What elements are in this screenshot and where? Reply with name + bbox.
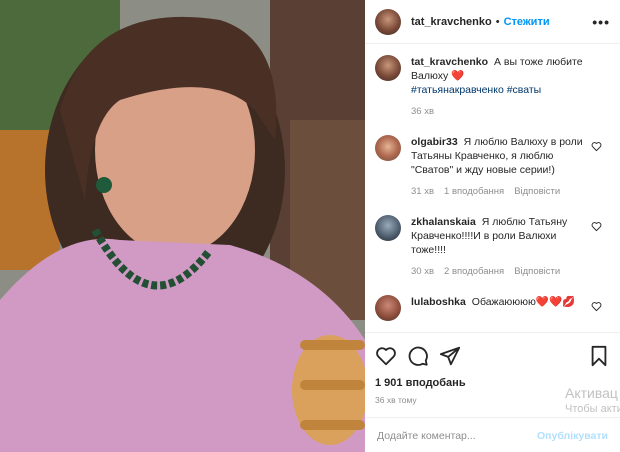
comment-like-heart-icon[interactable]: [591, 301, 602, 312]
post-side-panel: tat_kravchenko • Стежити ••• tat_kravche…: [365, 0, 620, 452]
photo-illustration: [0, 0, 365, 452]
caption-hashtags[interactable]: #татьянакравченко #сваты: [411, 83, 591, 97]
comment-username[interactable]: olgabir33: [411, 136, 458, 148]
caption-avatar[interactable]: [375, 55, 401, 81]
comment-input[interactable]: [377, 429, 537, 442]
comment-item: zkhalanskaia Я люблю Татьяну Кравченко!!…: [375, 215, 610, 279]
comment-likes[interactable]: 1 вподобання: [444, 185, 504, 199]
post-header: tat_kravchenko • Стежити •••: [365, 0, 620, 44]
comment-likes[interactable]: 2 вподобання: [444, 265, 504, 279]
commenter-avatar[interactable]: [375, 135, 401, 161]
heart-icon[interactable]: [375, 345, 397, 367]
publish-button[interactable]: Опублікувати: [537, 430, 608, 442]
post-photo[interactable]: [0, 0, 365, 452]
caption-username[interactable]: tat_kravchenko: [411, 56, 488, 68]
comment-username[interactable]: zkhalanskaia: [411, 216, 476, 228]
comment-time: 31 хв: [411, 186, 435, 197]
commenter-avatar[interactable]: [375, 215, 401, 241]
post-time: 36 хв тому: [375, 395, 417, 405]
reply-button[interactable]: Відповісти: [514, 185, 560, 199]
bookmark-icon[interactable]: [588, 345, 610, 367]
comment-icon[interactable]: [407, 345, 429, 367]
comment-time: 30 хв: [411, 266, 435, 277]
comment-item: lulaboshka Обажаюююю❤️❤️💋: [375, 295, 610, 321]
likes-count[interactable]: 1 901 вподобань: [375, 377, 610, 389]
add-comment-bar: Опублікувати: [365, 417, 620, 452]
follow-button[interactable]: Стежити: [504, 16, 550, 28]
comment-like-heart-icon[interactable]: [591, 221, 602, 232]
header-separator: •: [495, 15, 500, 28]
author-username[interactable]: tat_kravchenko: [411, 16, 492, 28]
comment-item: olgabir33 Я люблю Валюху в роли Татьяны …: [375, 135, 610, 199]
post-actions: 1 901 вподобань 36 хв тому Опублікувати: [365, 332, 620, 452]
comment-username[interactable]: lulaboshka: [411, 296, 466, 308]
comment-text: Обажаюююю❤️❤️💋: [471, 296, 576, 308]
comments-list[interactable]: tat_kravchenko А вы тоже любите Валюху ❤…: [365, 45, 620, 332]
share-icon[interactable]: [439, 345, 461, 367]
caption: tat_kravchenko А вы тоже любите Валюху ❤…: [375, 55, 610, 119]
comment-like-heart-icon[interactable]: [591, 141, 602, 152]
reply-button[interactable]: Відповісти: [514, 265, 560, 279]
author-avatar[interactable]: [375, 8, 401, 35]
commenter-avatar[interactable]: [375, 295, 401, 321]
more-options-icon[interactable]: •••: [592, 14, 610, 30]
caption-time: 36 хв: [411, 106, 435, 117]
